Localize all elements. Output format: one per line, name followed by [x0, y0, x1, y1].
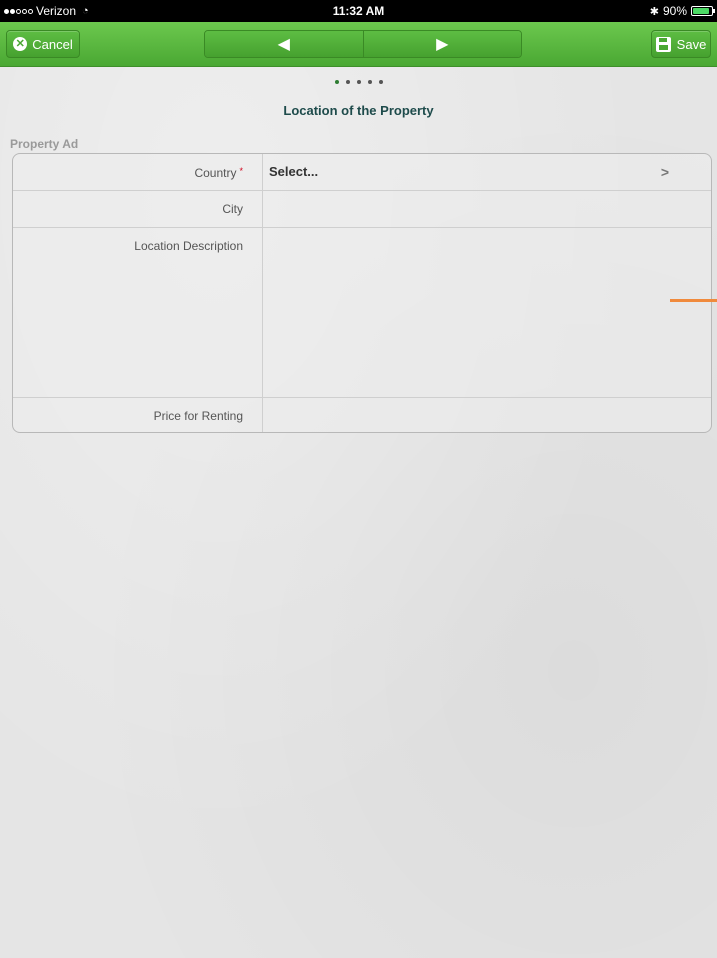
- save-icon: [655, 36, 671, 52]
- form-row-country[interactable]: Country * Select... >: [13, 154, 711, 191]
- required-marker: *: [239, 166, 243, 176]
- column-divider: [262, 154, 263, 190]
- battery-percent: 90%: [662, 4, 687, 18]
- step-dot: [378, 80, 383, 84]
- cancel-button[interactable]: ✕ Cancel: [6, 30, 80, 58]
- form-row-location-description: Location Description: [13, 227, 711, 398]
- previous-step-button[interactable]: ◀: [205, 31, 363, 57]
- battery-icon: [691, 6, 715, 16]
- city-field[interactable]: [263, 190, 711, 227]
- status-right: ✱ 90%: [649, 4, 715, 18]
- country-label-text: Country: [194, 166, 237, 180]
- step-dot: [367, 80, 372, 84]
- step-navigation: ◀ ▶: [204, 30, 522, 58]
- country-label: Country *: [13, 166, 243, 180]
- arrow-left-icon: ◀: [277, 36, 290, 53]
- step-title: Location of the Property: [283, 103, 434, 118]
- step-dot: [334, 80, 339, 84]
- arrow-right-icon: ▶: [436, 36, 449, 53]
- city-label: City: [222, 202, 243, 216]
- form-row-city: City: [13, 190, 711, 228]
- next-step-button[interactable]: ▶: [362, 31, 521, 57]
- app-screen: Verizon ◔ 11:32 AM ✱ 90% ✕ Cancel ◀ ▶ Sa…: [0, 0, 717, 958]
- orange-marker: [670, 299, 717, 302]
- chevron-right-icon: >: [660, 164, 669, 180]
- cancel-label: Cancel: [32, 36, 73, 52]
- save-button[interactable]: Save: [651, 30, 711, 58]
- form-row-price: Price for Renting: [13, 397, 711, 432]
- toolbar: ✕ Cancel ◀ ▶ Save: [0, 22, 717, 67]
- price-label: Price for Renting: [153, 409, 243, 423]
- country-select[interactable]: Select...: [269, 164, 318, 179]
- step-dot: [345, 80, 350, 84]
- cancel-icon: ✕: [13, 37, 28, 51]
- status-time: 11:32 AM: [332, 4, 385, 18]
- section-label: Property Ad: [10, 137, 79, 151]
- price-field[interactable]: [263, 397, 711, 432]
- step-dot: [356, 80, 361, 84]
- step-indicator: [0, 80, 717, 84]
- bluetooth-icon: ✱: [649, 5, 659, 18]
- location-description-field[interactable]: [263, 227, 711, 397]
- property-form: Country * Select... > City Location Descr…: [12, 153, 712, 433]
- save-label: Save: [676, 36, 707, 52]
- status-bar: Verizon ◔ 11:32 AM ✱ 90%: [0, 0, 717, 22]
- location-description-label: Location Description: [134, 239, 243, 253]
